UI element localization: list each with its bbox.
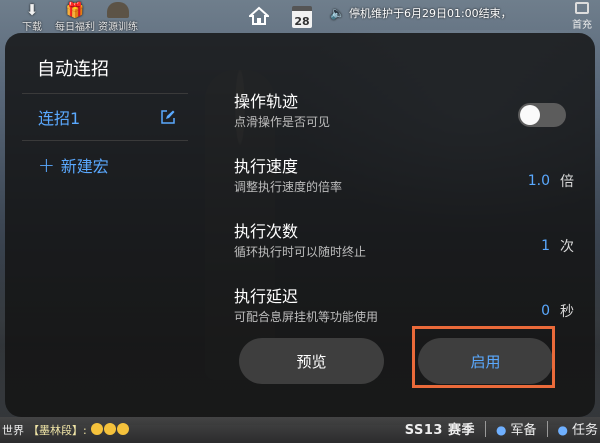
macro-list: 连招1 + 新建宏 — [22, 93, 188, 189]
topup-icon — [575, 2, 589, 14]
chat-channel: 世界 — [2, 424, 24, 437]
calendar-icon[interactable]: 28 — [292, 6, 312, 28]
training-button[interactable]: 资源训练 — [98, 2, 138, 33]
setting-title: 执行速度 — [234, 157, 299, 176]
macro-item-label: 连招1 — [38, 109, 81, 128]
speed-number: 1.0 — [527, 173, 550, 189]
top-hud: ⬇ 下载 🎁 每日福利 资源训练 28 🔈 停机维护于6月29日01:00结束，… — [0, 0, 600, 34]
plus-icon: + — [38, 153, 55, 177]
trace-toggle[interactable] — [518, 103, 566, 127]
setting-desc: 可配合息屏挂机等功能使用 — [234, 310, 379, 324]
training-icon — [107, 2, 129, 18]
download-button[interactable]: ⬇ 下载 — [22, 2, 42, 33]
chat-sender: 【墨林段】: — [28, 424, 87, 437]
armory-label: 军备 — [510, 423, 537, 438]
dialog-title: 自动连招 — [37, 59, 109, 80]
settings-panel: 操作轨迹 点滑操作是否可见 执行速度 调整执行速度的倍率 1.0 倍 执行次数 … — [234, 91, 574, 351]
calendar-day: 28 — [294, 15, 310, 28]
tasks-label: 任务 — [571, 423, 598, 438]
armory-button[interactable]: ● 军备 — [496, 419, 537, 438]
count-value[interactable]: 1 次 — [541, 236, 574, 256]
daily-benefits-button[interactable]: 🎁 每日福利 — [55, 2, 95, 33]
setting-desc: 调整执行速度的倍率 — [234, 180, 343, 194]
setting-title: 执行延迟 — [234, 287, 299, 306]
bottom-bar: 世界 【墨林段】: SS13 赛季 ● 军备 ● 任务 — [0, 417, 600, 443]
new-macro-button[interactable]: + 新建宏 — [22, 141, 188, 189]
pin-icon: ● — [557, 423, 568, 437]
download-icon: ⬇ — [25, 1, 39, 19]
toggle-knob — [520, 105, 540, 125]
setting-trace: 操作轨迹 点滑操作是否可见 — [234, 91, 574, 156]
bottom-nav: SS13 赛季 ● 军备 ● 任务 — [405, 419, 598, 438]
pin-icon: ● — [496, 423, 507, 437]
count-unit: 次 — [560, 239, 574, 255]
gift-icon: 🎁 — [65, 1, 85, 19]
tasks-button[interactable]: ● 任务 — [558, 419, 599, 438]
setting-desc: 循环执行时可以随时终止 — [234, 245, 367, 259]
training-label: 资源训练 — [98, 22, 138, 33]
home-icon[interactable] — [249, 6, 269, 26]
first-topup-button[interactable]: 首充 — [572, 2, 592, 31]
download-label: 下载 — [22, 22, 42, 33]
first-topup-label: 首充 — [572, 20, 592, 31]
delay-number: 0 — [541, 303, 550, 319]
setting-speed: 执行速度 调整执行速度的倍率 1.0 倍 — [234, 156, 574, 221]
speaker-icon: 🔈 — [330, 6, 345, 20]
divider — [485, 420, 486, 437]
emoji-icons — [90, 422, 130, 438]
setting-title: 执行次数 — [234, 222, 299, 241]
season-button[interactable]: SS13 赛季 — [405, 419, 475, 438]
announcement-text: 停机维护于6月29日01:00结束， — [348, 7, 512, 20]
world-chat[interactable]: 世界 【墨林段】: — [2, 422, 130, 438]
new-macro-label: 新建宏 — [60, 157, 109, 176]
preview-button[interactable]: 预览 — [239, 338, 384, 384]
enable-button[interactable]: 启用 — [418, 338, 553, 384]
edit-icon[interactable] — [161, 110, 175, 124]
macro-item-combo1[interactable]: 连招1 — [22, 93, 188, 141]
auto-combo-dialog: 自动连招 连招1 + 新建宏 操作轨迹 点滑操作是否可见 执行速度 调整执行速度的… — [5, 33, 595, 417]
speed-unit: 倍 — [560, 174, 574, 190]
delay-unit: 秒 — [560, 304, 574, 320]
daily-benefits-label: 每日福利 — [55, 22, 95, 33]
speed-value[interactable]: 1.0 倍 — [528, 171, 574, 191]
count-number: 1 — [541, 238, 550, 254]
delay-value[interactable]: 0 秒 — [541, 301, 574, 321]
divider — [546, 420, 548, 437]
announcement-banner: 🔈 停机维护于6月29日01:00结束， — [330, 5, 530, 21]
setting-count: 执行次数 循环执行时可以随时终止 1 次 — [234, 221, 574, 286]
